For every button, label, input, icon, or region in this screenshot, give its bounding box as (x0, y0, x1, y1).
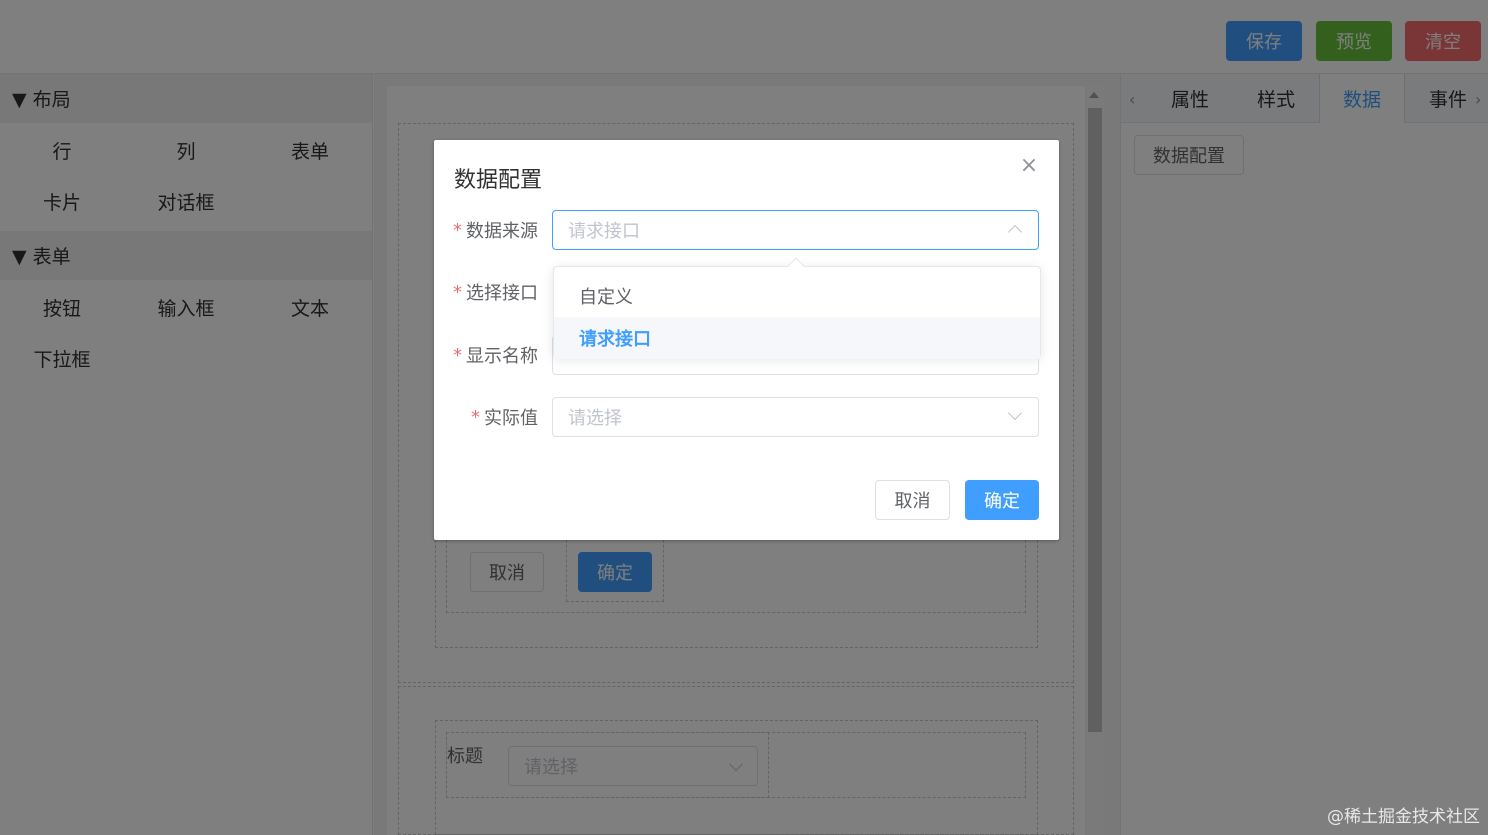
required-mark: * (471, 406, 480, 428)
source-dropdown: 自定义 请求接口 (553, 257, 1041, 359)
actual-select[interactable]: 请选择 (552, 397, 1039, 437)
api-label-text: 选择接口 (466, 283, 538, 304)
watermark: @稀土掘金技术社区 (1327, 807, 1480, 827)
dialog-title: 数据配置 (454, 168, 543, 193)
display-label: * 显示名称 (453, 335, 538, 375)
required-mark: * (453, 281, 462, 303)
form-row-source: * 数据来源 请求接口 (434, 210, 1059, 250)
display-label-text: 显示名称 (466, 346, 538, 367)
source-label-text: 数据来源 (466, 221, 538, 242)
dialog-cancel-button[interactable]: 取消 (875, 480, 950, 520)
chevron-down-icon (1007, 405, 1023, 421)
required-mark: * (453, 344, 462, 366)
required-mark: * (453, 219, 462, 241)
actual-label: * 实际值 (471, 397, 538, 437)
source-select-value: 请求接口 (568, 221, 640, 242)
close-icon[interactable]: × (1019, 155, 1039, 177)
api-label: * 选择接口 (453, 272, 538, 312)
form-row-actual: * 实际值 请选择 (434, 397, 1059, 437)
dropdown-option-api[interactable]: 请求接口 (554, 317, 1040, 359)
source-label: * 数据来源 (453, 210, 538, 250)
actual-select-placeholder: 请选择 (568, 408, 622, 429)
chevron-up-icon (1007, 224, 1023, 240)
dialog-ok-button[interactable]: 确定 (965, 480, 1039, 520)
source-select[interactable]: 请求接口 (552, 210, 1039, 250)
actual-label-text: 实际值 (484, 408, 538, 429)
dropdown-option-custom[interactable]: 自定义 (554, 275, 1040, 317)
